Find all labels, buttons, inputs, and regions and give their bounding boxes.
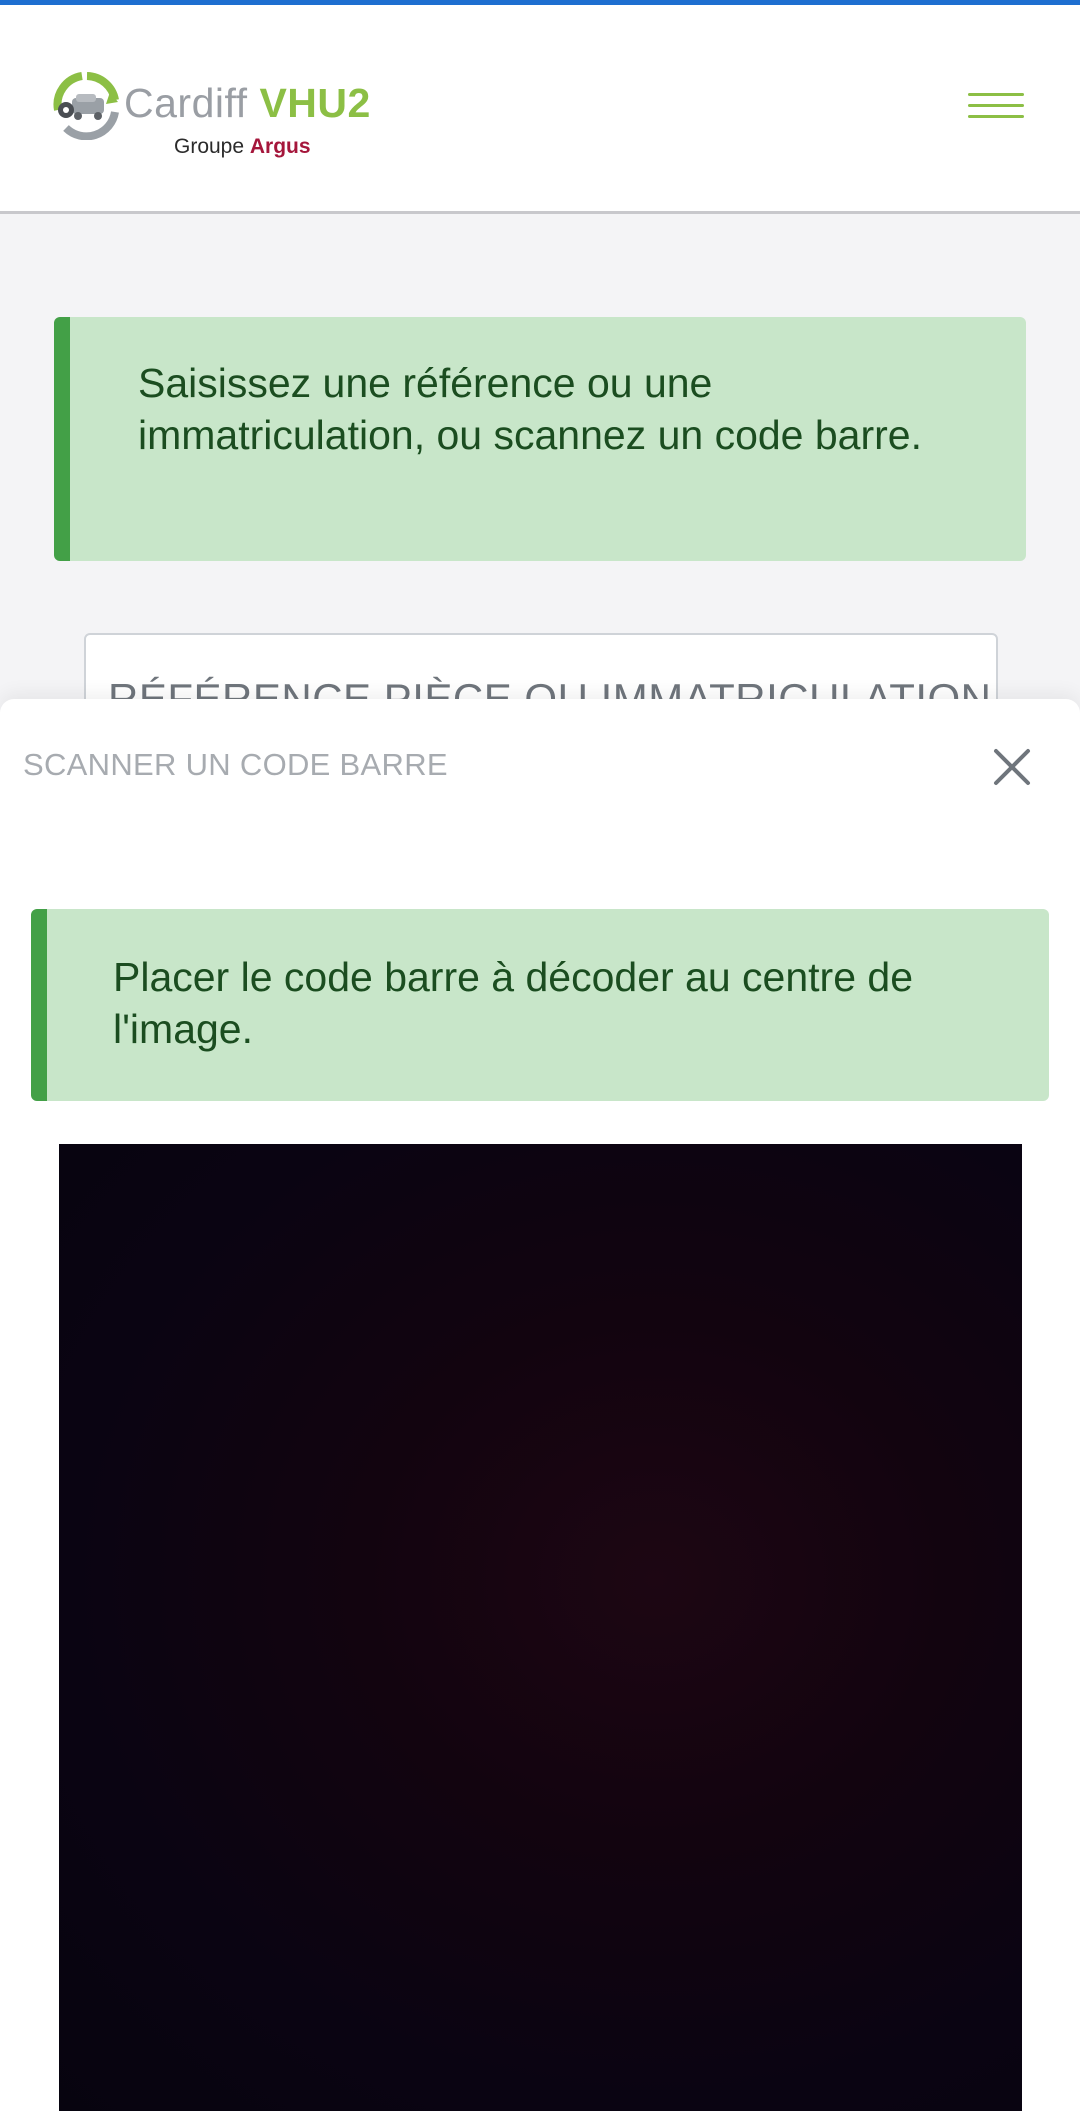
logo-brand: Cardiff [124, 80, 248, 126]
logo-brand-bold: VHU2 [259, 80, 371, 126]
camera-preview[interactable] [59, 1144, 1022, 2111]
logo-wordmark: Cardiff VHU2 [124, 80, 371, 126]
cardiff-vhu2-logo[interactable]: Cardiff VHU2 Groupe Argus [52, 70, 382, 170]
scanner-instruction-alert: Placer le code barre à décoder au centre… [31, 909, 1049, 1101]
logo-group: Groupe Argus [174, 134, 311, 160]
hamburger-menu-icon[interactable] [968, 93, 1024, 133]
logo-group-bold: Argus [249, 135, 311, 158]
close-icon[interactable] [988, 743, 1036, 791]
info-alert: Saisissez une référence ou une immatricu… [54, 317, 1026, 561]
site-header: Cardiff VHU2 Groupe Argus [0, 5, 1080, 214]
scanner-title: SCANNER UN CODE BARRE [23, 747, 448, 782]
app-page: Cardiff VHU2 Groupe Argus Saisissez une … [0, 0, 1080, 2111]
recycle-car-logo-icon [53, 72, 119, 140]
logo-group-name: Groupe [174, 135, 245, 158]
barcode-scanner-sheet: SCANNER UN CODE BARRE Placer le code bar… [0, 699, 1080, 2111]
